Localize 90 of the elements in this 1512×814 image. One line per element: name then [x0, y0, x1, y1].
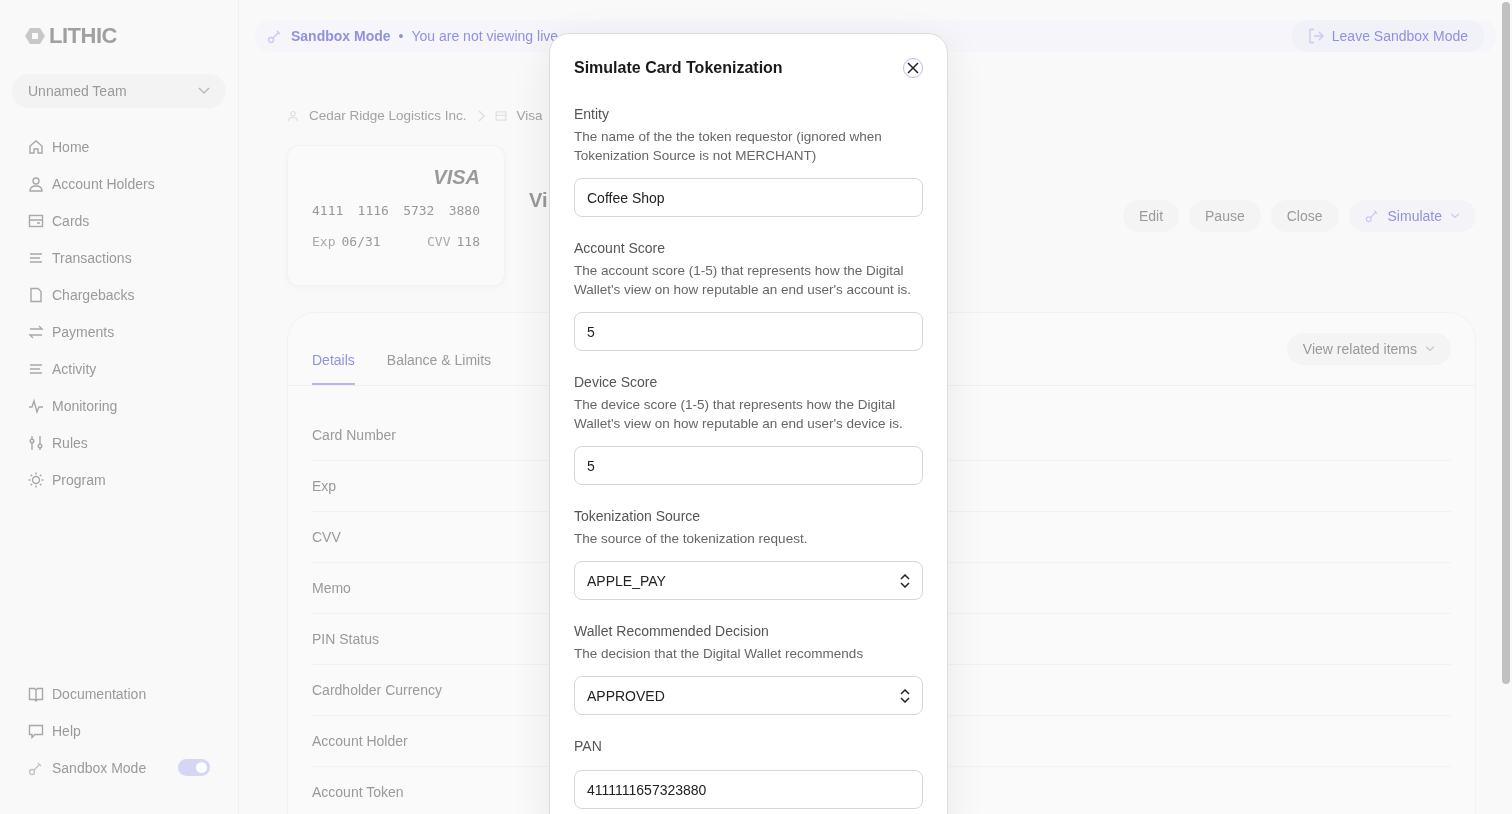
- nav-item[interactable]: Account Holders: [12, 165, 226, 202]
- exp-value: 06/31: [341, 234, 381, 249]
- simulate-button[interactable]: Simulate: [1348, 199, 1476, 232]
- detail-label: Card Number: [312, 427, 398, 443]
- sun-icon: [28, 471, 44, 488]
- field-label: Entity: [574, 105, 610, 124]
- cvv-value: 118: [456, 234, 480, 249]
- nav-item[interactable]: Activity: [12, 350, 226, 387]
- logo-icon: [24, 27, 46, 45]
- field-description: The name of the the token requestor (ignored when Tokenization Source is not MERCHANT): [574, 128, 883, 165]
- action-button[interactable]: Edit: [1122, 199, 1180, 232]
- nav-item[interactable]: Payments: [12, 313, 226, 350]
- nav-item[interactable]: Monitoring: [12, 387, 226, 424]
- logo-text: LITHIC: [49, 23, 117, 49]
- team-dropdown[interactable]: Unnamed Team: [12, 74, 226, 108]
- chevron-right-icon: [476, 109, 485, 122]
- user-icon: [287, 109, 299, 122]
- select-field[interactable]: APPLE_PAY: [574, 561, 923, 600]
- chevron-down-icon: [1425, 346, 1435, 352]
- related-items-button[interactable]: View related items: [1286, 333, 1451, 365]
- card-icon: [494, 109, 507, 122]
- field-label: Account Score: [574, 239, 667, 258]
- card-brand: VISA: [433, 166, 480, 189]
- field-description: The account score (1-5) that represents how the Digital Wallet's view on how reputable an end user's account is.: [574, 262, 913, 299]
- doc-icon: [28, 286, 44, 303]
- tab[interactable]: Details: [312, 313, 355, 385]
- separator-dot: •: [398, 28, 404, 44]
- scrollbar[interactable]: [1502, 2, 1510, 684]
- card-number-group: 5732: [403, 203, 435, 218]
- field-label: PAN: [574, 737, 603, 756]
- nav-item[interactable]: Cards: [12, 202, 226, 239]
- nav-item[interactable]: Documentation: [12, 675, 226, 712]
- exit-icon: [1307, 28, 1324, 44]
- pulse-icon: [28, 397, 44, 414]
- action-button[interactable]: Pause: [1189, 199, 1261, 232]
- close-icon: [907, 62, 919, 74]
- banner-title: Sandbox Mode: [291, 28, 391, 44]
- up-down-chevron-icon: [900, 688, 910, 703]
- shovel-icon: [267, 28, 283, 44]
- card-number-group: 1116: [357, 203, 389, 218]
- exp-label: Exp: [312, 234, 336, 249]
- card-title: Vi: [529, 189, 548, 212]
- nav-item[interactable]: Home: [12, 128, 226, 165]
- detail-label: CVV: [312, 529, 342, 545]
- modal-title: Simulate Card Tokenization: [574, 59, 783, 77]
- detail-label: Account Token: [312, 784, 405, 800]
- tab[interactable]: Balance & Limits: [386, 313, 492, 385]
- swap-icon: [28, 323, 44, 340]
- field-description: The source of the tokenization request.: [574, 530, 809, 548]
- chevron-down-icon: [198, 87, 210, 95]
- nav-item[interactable]: Help: [12, 712, 226, 749]
- card-icon: [28, 212, 44, 229]
- chat-icon: [28, 722, 44, 739]
- banner-text: You are not viewing live: [411, 28, 559, 44]
- up-down-chevron-icon: [900, 573, 910, 588]
- chevron-down-icon: [1450, 212, 1460, 219]
- nav-item[interactable]: Transactions: [12, 239, 226, 276]
- field-description: The decision that the Digital Wallet recommends: [574, 645, 865, 663]
- nav-item[interactable]: Program: [12, 461, 226, 498]
- sandbox-label: Sandbox Mode: [52, 759, 147, 776]
- book-icon: [28, 685, 44, 702]
- sandbox-toggle[interactable]: [178, 759, 210, 776]
- nav-item[interactable]: Rules: [12, 424, 226, 461]
- close-button[interactable]: [903, 58, 923, 78]
- card-number-group: 3880: [448, 203, 480, 218]
- detail-label: PIN Status: [312, 631, 380, 647]
- user-icon: [28, 175, 44, 192]
- detail-label: Memo: [312, 580, 352, 596]
- field-label: Tokenization Source: [574, 507, 702, 526]
- field-label: Device Score: [574, 373, 659, 392]
- select-field[interactable]: APPROVED: [574, 676, 923, 715]
- input-field[interactable]: 5: [574, 312, 923, 351]
- shovel-icon: [1364, 208, 1380, 223]
- card-number-group: 4111: [312, 203, 344, 218]
- detail-label: Cardholder Currency: [312, 682, 443, 698]
- action-button[interactable]: Close: [1270, 199, 1339, 232]
- field-description: The device score (1-5) that represents how the Digital Wallet's view on how reputable an end user's device is.: [574, 396, 904, 433]
- field-label: Wallet Recommended Decision: [574, 622, 770, 641]
- cvv-label: CVV: [427, 234, 451, 249]
- home-icon: [28, 138, 44, 155]
- sliders-icon: [28, 434, 44, 451]
- detail-label: Exp: [312, 478, 338, 494]
- nav-item[interactable]: Chargebacks: [12, 276, 226, 313]
- input-field[interactable]: Coffee Shop: [574, 178, 923, 217]
- breadcrumb-link[interactable]: Cedar Ridge Logistics Inc.: [309, 108, 467, 123]
- detail-label: Account Holder: [312, 733, 409, 749]
- leave-sandbox-button[interactable]: Leave Sandbox Mode: [1291, 20, 1484, 52]
- input-field[interactable]: 5: [574, 446, 923, 485]
- breadcrumb-link[interactable]: Visa: [516, 108, 543, 123]
- input-field[interactable]: 4111111657323880: [574, 770, 923, 809]
